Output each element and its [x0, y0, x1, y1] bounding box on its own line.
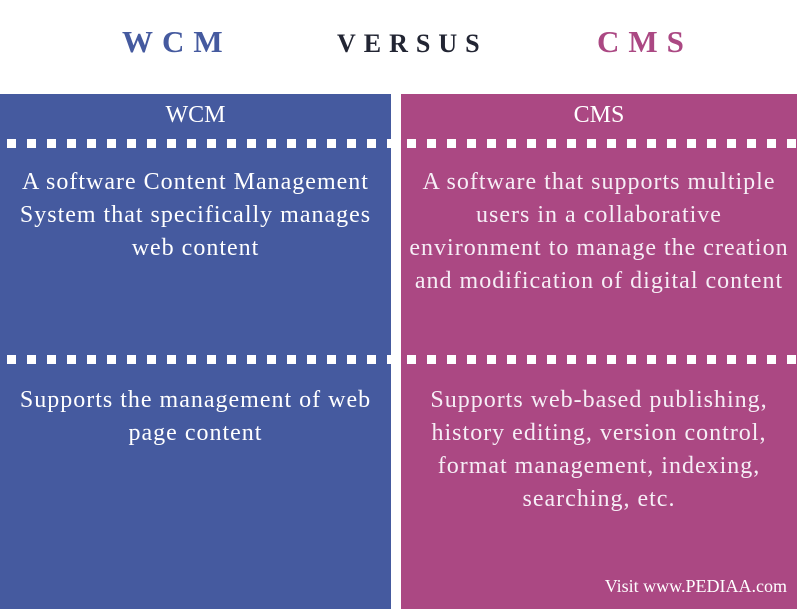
cms-features: Supports web-based publishing, history e… [430, 387, 768, 512]
cms-definition: A software that supports multiple users … [409, 169, 789, 294]
wcm-definition: A software Content Management System tha… [19, 169, 372, 261]
wcm-features: Supports the management of web page cont… [19, 387, 372, 446]
cms-column: CMS A software that supports multiple us… [401, 94, 797, 609]
wcm-title: WCM [122, 24, 232, 59]
dotted-divider-top [0, 139, 797, 148]
wcm-column-heading: WCM [165, 102, 226, 128]
versus-title: VERSUS [337, 29, 488, 58]
cms-column-heading: CMS [573, 102, 625, 128]
cms-title: CMS [597, 24, 693, 59]
wcm-column: WCM A software Content Management System… [0, 94, 391, 609]
source-credit: Visit www.PEDIAA.com [604, 576, 787, 596]
dotted-divider-middle [0, 355, 797, 364]
